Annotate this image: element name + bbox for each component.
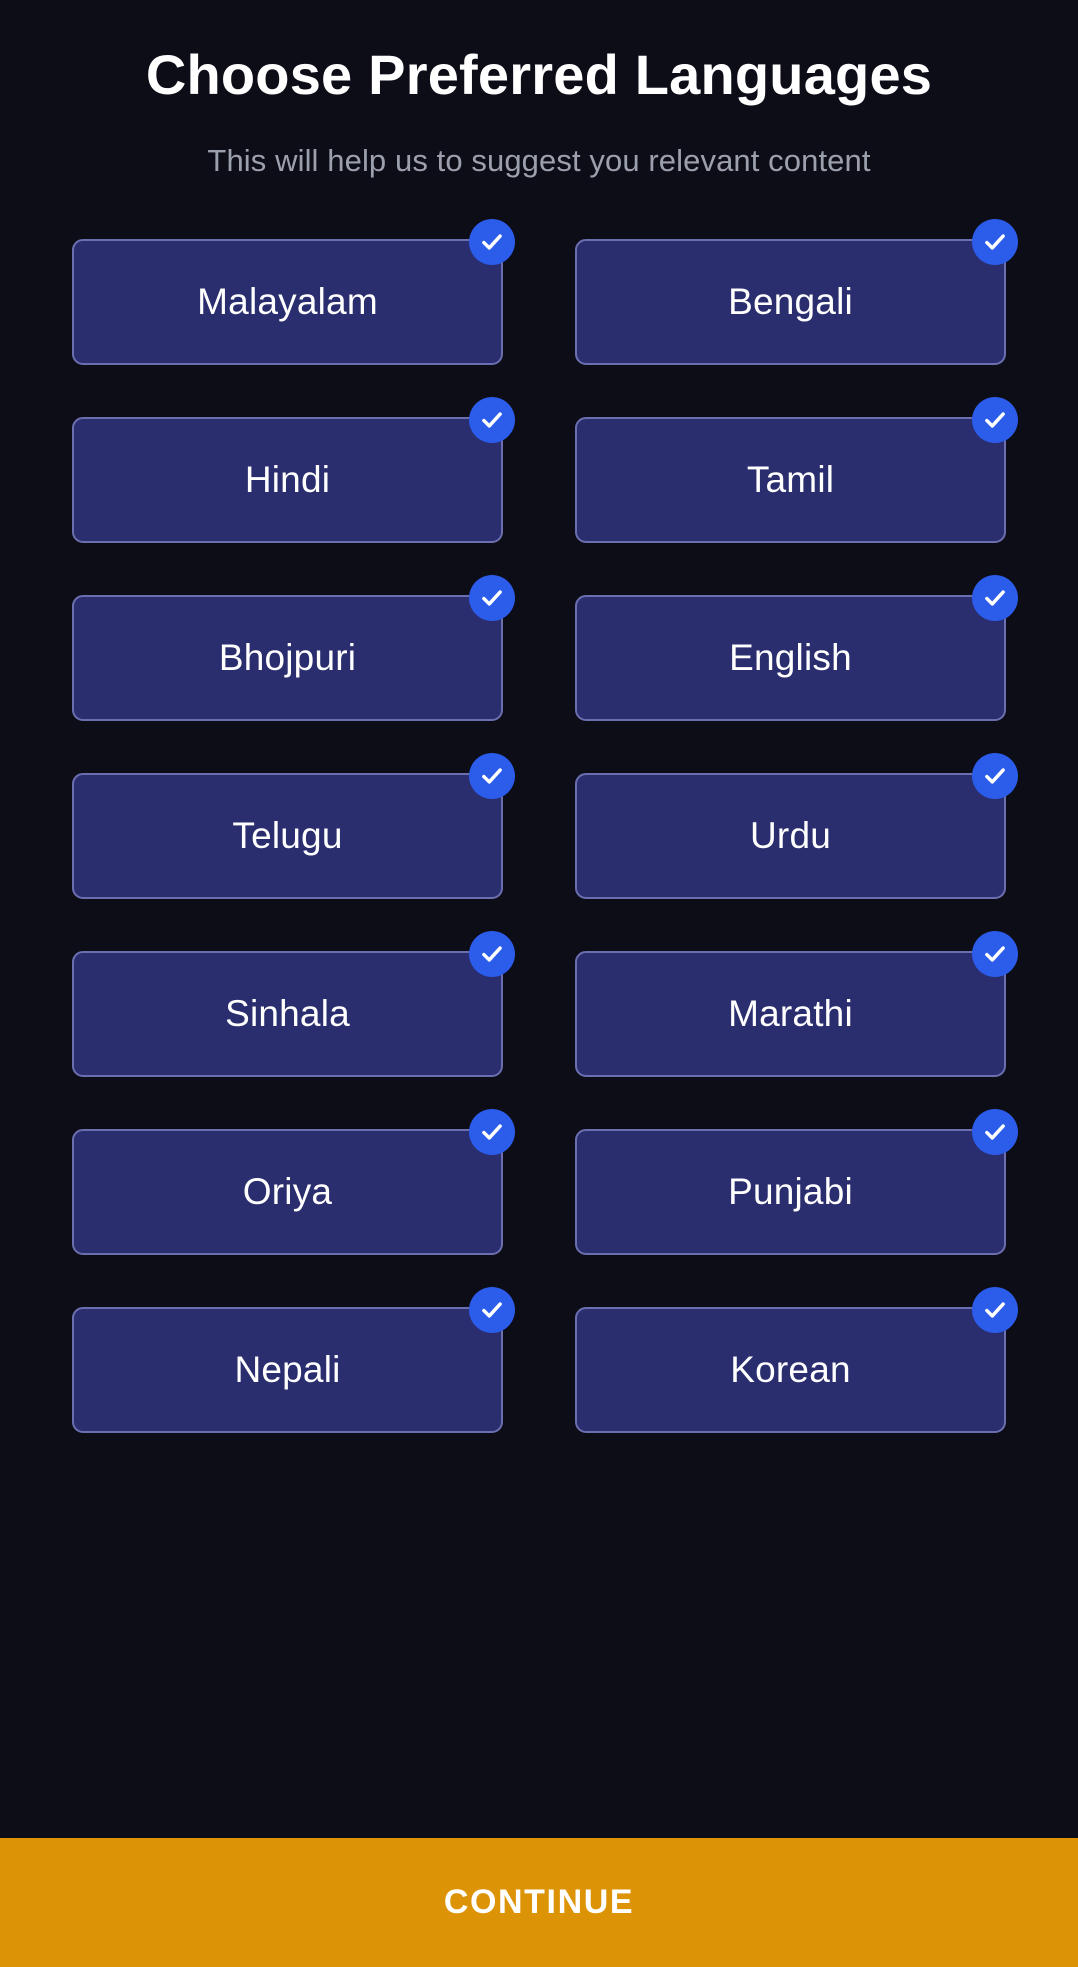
language-card-label: Sinhala: [225, 992, 350, 1034]
check-circle-icon[interactable]: [469, 396, 515, 443]
language-card-label: Hindi: [244, 458, 331, 500]
language-card-label: Punjabi: [728, 1170, 853, 1212]
language-card[interactable]: Sinhala: [72, 930, 515, 1077]
language-card-label: Korean: [730, 1348, 851, 1390]
continue-button[interactable]: CONTINUE: [0, 1838, 1078, 1967]
check-circle-icon[interactable]: [972, 930, 1018, 977]
language-grid: Malayalam Bengali Hindi Tamil Bhojpuri Englis…: [0, 218, 1078, 1838]
check-circle-icon[interactable]: [972, 1108, 1018, 1155]
check-circle-icon[interactable]: [972, 396, 1018, 443]
language-card[interactable]: Punjabi: [575, 1108, 1018, 1255]
language-card[interactable]: Telugu: [72, 752, 515, 899]
header: Choose Preferred Languages This will hel…: [0, 0, 1078, 179]
language-card[interactable]: Marathi: [575, 930, 1018, 1077]
language-card-label: Oriya: [242, 1170, 333, 1212]
check-circle-icon[interactable]: [972, 574, 1018, 621]
language-card-label: Bhojpuri: [218, 636, 357, 678]
language-card-label: English: [729, 636, 852, 678]
language-card[interactable]: Oriya: [72, 1108, 515, 1255]
language-selection-screen: Choose Preferred Languages This will hel…: [0, 0, 1078, 1967]
language-card-label: Tamil: [746, 458, 835, 500]
check-circle-icon[interactable]: [469, 218, 515, 265]
language-card[interactable]: Hindi: [72, 396, 515, 543]
check-circle-icon[interactable]: [469, 1286, 515, 1333]
language-card-label: Urdu: [750, 814, 831, 856]
language-card[interactable]: Malayalam: [72, 218, 515, 365]
language-card[interactable]: Korean: [575, 1286, 1018, 1433]
language-card-label: Telugu: [232, 814, 343, 856]
language-card-label: Nepali: [234, 1348, 341, 1390]
check-circle-icon[interactable]: [469, 1108, 515, 1155]
language-card[interactable]: English: [575, 574, 1018, 721]
language-card-label: Marathi: [728, 992, 853, 1034]
check-circle-icon[interactable]: [469, 574, 515, 621]
check-circle-icon[interactable]: [469, 930, 515, 977]
language-card[interactable]: Bengali: [575, 218, 1018, 365]
language-card[interactable]: Bhojpuri: [72, 574, 515, 721]
check-circle-icon[interactable]: [469, 752, 515, 799]
check-circle-icon[interactable]: [972, 752, 1018, 799]
language-card[interactable]: Nepali: [72, 1286, 515, 1433]
check-circle-icon[interactable]: [972, 218, 1018, 265]
page-subtitle: This will help us to suggest you relevan…: [207, 142, 871, 178]
language-card[interactable]: Tamil: [575, 396, 1018, 543]
language-card-label: Bengali: [728, 280, 853, 322]
language-card[interactable]: Urdu: [575, 752, 1018, 899]
check-circle-icon[interactable]: [972, 1286, 1018, 1333]
language-card-label: Malayalam: [197, 280, 378, 322]
page-title: Choose Preferred Languages: [145, 43, 933, 106]
